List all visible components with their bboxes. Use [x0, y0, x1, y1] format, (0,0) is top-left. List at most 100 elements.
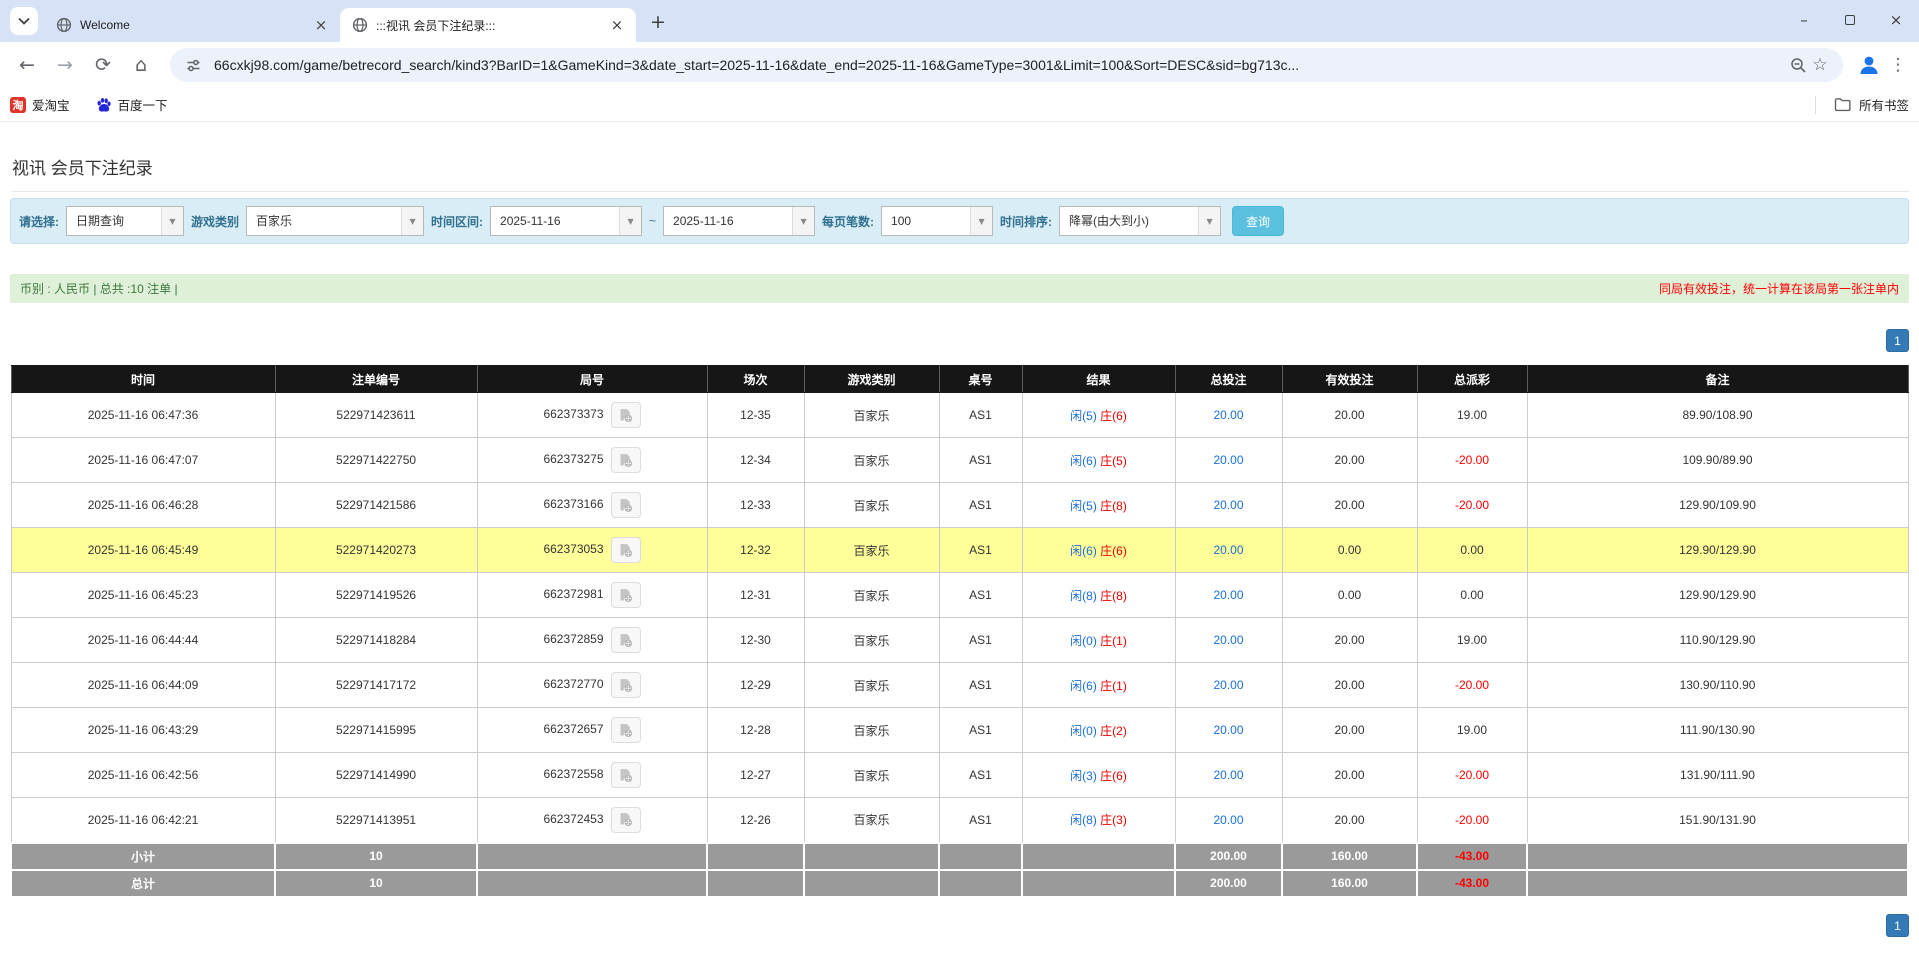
site-settings-icon[interactable] — [182, 58, 204, 73]
note-cell: 129.90/109.90 — [1527, 483, 1908, 528]
tab-strip: Welcome × :::视讯 会员下注纪录::: × + – × — [0, 0, 1919, 42]
tab-close-icon[interactable]: × — [608, 16, 626, 34]
player-result: 闲(0) — [1070, 634, 1097, 648]
bet-id-cell: 522971423611 — [275, 393, 477, 438]
video-replay-button[interactable] — [611, 717, 641, 743]
total-bet-link[interactable]: 20.00 — [1175, 483, 1282, 528]
total-bet-link[interactable]: 20.00 — [1175, 573, 1282, 618]
tab-title: :::视讯 会员下注纪录::: — [376, 17, 600, 34]
video-icon — [617, 408, 634, 423]
footer-label: 小计 — [11, 843, 275, 870]
payout-cell: 0.00 — [1417, 573, 1527, 618]
round-cell: 662372859 — [477, 618, 707, 663]
round-number: 662372558 — [543, 767, 603, 781]
total-bet-link[interactable]: 20.00 — [1175, 528, 1282, 573]
url-text[interactable]: 66cxkj98.com/game/betrecord_search/kind3… — [214, 57, 1777, 73]
new-tab-button[interactable]: + — [644, 8, 672, 36]
minimize-button[interactable]: – — [1781, 0, 1827, 40]
bet-id-cell: 522971418284 — [275, 618, 477, 663]
time-cell: 2025-11-16 06:42:56 — [11, 753, 275, 798]
total-bet-link[interactable]: 20.00 — [1175, 708, 1282, 753]
globe-icon — [352, 17, 368, 33]
forward-button[interactable]: → — [46, 47, 84, 83]
address-bar[interactable]: 66cxkj98.com/game/betrecord_search/kind3… — [170, 48, 1843, 82]
back-button[interactable]: ← — [8, 47, 46, 83]
tab-welcome[interactable]: Welcome × — [44, 8, 340, 42]
bookmark-taobao[interactable]: 淘 爱淘宝 — [10, 95, 70, 114]
footer-valid-bet: 160.00 — [1282, 843, 1417, 870]
video-replay-button[interactable] — [611, 672, 641, 698]
session-cell: 12-27 — [707, 753, 804, 798]
per-page-select[interactable]: 100 ▼ — [881, 206, 993, 236]
video-replay-button[interactable] — [611, 762, 641, 788]
note-cell: 109.90/89.90 — [1527, 438, 1908, 483]
bookmark-star-icon[interactable]: ☆ — [1809, 55, 1831, 75]
banker-result: 庄(6) — [1100, 769, 1127, 783]
search-button[interactable]: 查询 — [1232, 206, 1284, 236]
date-start-select[interactable]: 2025-11-16 ▼ — [490, 206, 642, 236]
chevron-down-icon: ▼ — [1198, 207, 1220, 235]
video-replay-button[interactable] — [611, 447, 641, 473]
game-type-label: 游戏类别 — [191, 213, 239, 230]
total-bet-link[interactable]: 20.00 — [1175, 798, 1282, 843]
valid-bet-cell: 20.00 — [1282, 708, 1417, 753]
game-type-cell: 百家乐 — [804, 573, 939, 618]
banker-result: 庄(3) — [1100, 813, 1127, 827]
query-type-select[interactable]: 日期查询 ▼ — [66, 206, 184, 236]
column-header: 游戏类别 — [804, 366, 939, 393]
page-1-button[interactable]: 1 — [1886, 329, 1909, 352]
result-cell: 闲(8) 庄(8) — [1022, 573, 1175, 618]
video-replay-button[interactable] — [611, 582, 641, 608]
footer-total-bet: 200.00 — [1175, 870, 1282, 897]
maximize-button[interactable] — [1827, 0, 1873, 40]
home-button[interactable]: ⌂ — [122, 47, 160, 83]
total-bet-link[interactable]: 20.00 — [1175, 393, 1282, 438]
video-replay-button[interactable] — [611, 537, 641, 563]
round-cell: 662372657 — [477, 708, 707, 753]
result-cell: 闲(6) 庄(6) — [1022, 528, 1175, 573]
reload-button[interactable]: ⟳ — [84, 47, 122, 83]
tab-betrecord[interactable]: :::视讯 会员下注纪录::: × — [340, 8, 636, 42]
column-header: 有效投注 — [1282, 366, 1417, 393]
game-type-select[interactable]: 百家乐 ▼ — [246, 206, 424, 236]
profile-avatar[interactable] — [1853, 49, 1885, 81]
video-replay-button[interactable] — [611, 492, 641, 518]
video-replay-button[interactable] — [611, 402, 641, 428]
total-bet-link[interactable]: 20.00 — [1175, 618, 1282, 663]
video-icon — [617, 678, 634, 693]
valid-bet-cell: 20.00 — [1282, 618, 1417, 663]
video-replay-button[interactable] — [611, 627, 641, 653]
footer-empty-cell — [477, 843, 707, 870]
note-cell: 111.90/130.90 — [1527, 708, 1908, 753]
total-row: 总计10200.00160.00-43.00 — [11, 870, 1908, 897]
tab-search-button[interactable] — [10, 7, 38, 35]
round-number: 662372453 — [543, 812, 603, 826]
total-bet-link[interactable]: 20.00 — [1175, 753, 1282, 798]
date-end-select[interactable]: 2025-11-16 ▼ — [663, 206, 815, 236]
bookmark-baidu[interactable]: 百度一下 — [96, 95, 168, 114]
round-number: 662372981 — [543, 587, 603, 601]
player-result: 闲(6) — [1070, 544, 1097, 558]
sort-select[interactable]: 降幂(由大到小) ▼ — [1059, 206, 1221, 236]
browser-menu-icon[interactable]: ⋮ — [1885, 55, 1911, 75]
total-bet-link[interactable]: 20.00 — [1175, 438, 1282, 483]
total-bet-link[interactable]: 20.00 — [1175, 663, 1282, 708]
all-bookmarks[interactable]: 所有书签 — [1815, 95, 1909, 114]
close-button[interactable]: × — [1873, 0, 1919, 40]
globe-icon — [56, 17, 72, 33]
zoom-out-icon[interactable] — [1787, 57, 1809, 74]
chevron-down-icon: ▼ — [970, 207, 992, 235]
banker-result: 庄(1) — [1100, 679, 1127, 693]
tab-close-icon[interactable]: × — [312, 16, 330, 34]
table-row: 2025-11-16 06:44:09522971417172662372770… — [11, 663, 1908, 708]
video-replay-button[interactable] — [611, 807, 641, 833]
time-cell: 2025-11-16 06:46:28 — [11, 483, 275, 528]
baidu-paw-icon — [96, 97, 112, 113]
note-cell: 130.90/110.90 — [1527, 663, 1908, 708]
round-cell: 662372981 — [477, 573, 707, 618]
footer-payout: -43.00 — [1417, 843, 1527, 870]
table-row: 2025-11-16 06:45:49522971420273662373053… — [11, 528, 1908, 573]
person-icon — [1857, 53, 1881, 77]
footer-label: 总计 — [11, 870, 275, 897]
page-1-button[interactable]: 1 — [1886, 914, 1909, 937]
